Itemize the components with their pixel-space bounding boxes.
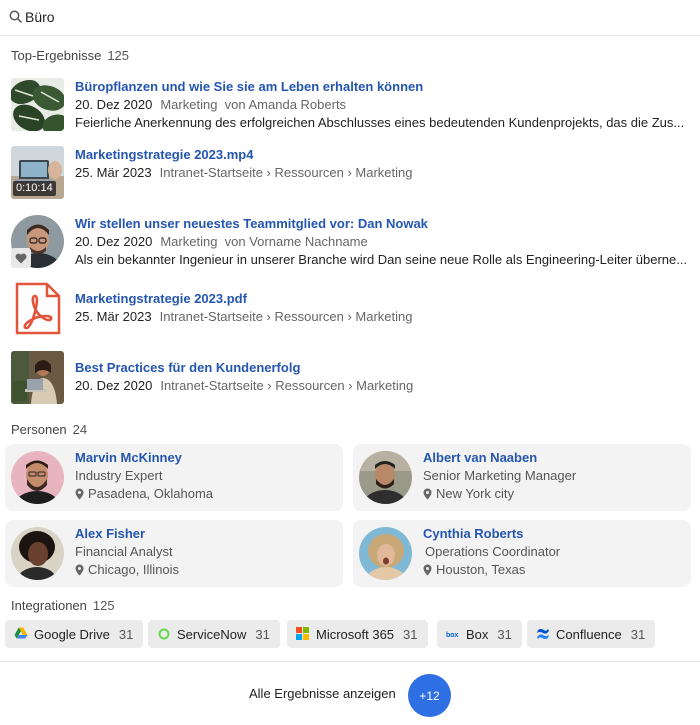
more-results-button[interactable]: +12: [408, 674, 451, 717]
servicenow-icon: [157, 627, 171, 641]
integration-box[interactable]: box Box 31: [437, 620, 522, 648]
heart-icon[interactable]: [11, 248, 31, 268]
person-location-text: Chicago, Illinois: [88, 562, 180, 577]
integration-count: 31: [403, 626, 418, 642]
result-description: Als ein bekannter Ingenieur in unserer B…: [75, 252, 688, 267]
avatar: [359, 451, 412, 504]
pdf-file-icon: [11, 282, 64, 335]
integration-microsoft-365[interactable]: Microsoft 365 31: [287, 620, 428, 648]
box-icon: box: [446, 627, 460, 641]
google-drive-icon: [14, 627, 28, 641]
person-location: Houston, Texas: [423, 561, 560, 579]
result-item[interactable]: Wir stellen unser neuestes Teammitglied …: [11, 215, 696, 269]
person-name[interactable]: Marvin McKinney: [75, 449, 213, 467]
search-icon: [9, 10, 22, 23]
all-results-link[interactable]: Alle Ergebnisse anzeigen: [249, 686, 396, 701]
result-meta: Marketing von Vorname Nachname: [160, 234, 368, 249]
person-name[interactable]: Albert van Naaben: [423, 449, 576, 467]
result-title[interactable]: Marketingstrategie 2023.pdf: [75, 290, 695, 308]
search-input[interactable]: [25, 6, 665, 28]
top-results-heading: Top-Ergebnisse 125: [11, 48, 129, 63]
integration-label: ServiceNow: [177, 626, 247, 642]
woman-laptop-image: [11, 351, 64, 404]
top-results-label: Top-Ergebnisse: [11, 48, 102, 63]
person-location-text: New York city: [436, 486, 515, 501]
person-location: New York city: [423, 485, 576, 503]
video-duration: 0:10:14: [13, 181, 56, 196]
result-title[interactable]: Marketingstrategie 2023.mp4: [75, 146, 695, 164]
laptop-video-thumbnail: 0:10:14: [11, 146, 64, 199]
result-date: 20. Dez 2020: [75, 97, 153, 112]
svg-text:box: box: [446, 632, 459, 639]
person-location-text: Pasadena, Oklahoma: [88, 486, 214, 501]
integration-servicenow[interactable]: ServiceNow 31: [148, 620, 280, 648]
result-item[interactable]: 0:10:14 Marketingstrategie 2023.mp4 25. …: [11, 146, 696, 200]
person-role: Financial Analyst: [75, 544, 173, 559]
avatar: [359, 527, 412, 580]
person-card[interactable]: Alex Fisher Financial Analyst Chicago, I…: [5, 520, 343, 587]
result-date: 20. Dez 2020: [75, 234, 153, 249]
result-title[interactable]: Best Practices für den Kundenerfolg: [75, 359, 695, 377]
result-date: 25. Mär 2023: [75, 165, 152, 180]
integration-count: 31: [630, 626, 646, 642]
avatar: [11, 451, 64, 504]
result-meta: Marketing von Amanda Roberts: [160, 97, 347, 112]
integration-count: 31: [497, 626, 512, 642]
person-card[interactable]: Albert van Naaben Senior Marketing Manag…: [353, 444, 691, 511]
person-name[interactable]: Cynthia Roberts: [423, 525, 560, 543]
integration-confluence[interactable]: Confluence 31: [527, 620, 656, 648]
person-role: Senior Marketing Manager: [423, 468, 577, 483]
integration-label: Box: [466, 626, 489, 642]
person-role: Operations Coordinator: [425, 544, 561, 559]
result-breadcrumb: Intranet-Startseite › Ressourcen › Marke…: [159, 309, 413, 324]
result-title[interactable]: Wir stellen unser neuestes Teammitglied …: [75, 215, 695, 233]
person-card[interactable]: Cynthia Roberts Operations Coordinator H…: [353, 520, 691, 587]
location-pin-icon: [75, 564, 84, 576]
integration-count: 31: [255, 626, 270, 642]
result-item[interactable]: Büropflanzen und wie Sie sie am Leben er…: [11, 78, 696, 132]
person-location: Pasadena, Oklahoma: [75, 485, 213, 503]
result-date: 20. Dez 2020: [75, 378, 153, 393]
integrations-count: 125: [92, 598, 115, 613]
result-breadcrumb: Intranet-Startseite › Ressourcen › Marke…: [159, 165, 413, 180]
people-label: Personen: [11, 422, 67, 437]
result-breadcrumb: Intranet-Startseite › Ressourcen › Marke…: [160, 378, 414, 393]
person-name[interactable]: Alex Fisher: [75, 525, 179, 543]
people-heading: Personen 24: [11, 422, 87, 437]
person-role: Industry Expert: [75, 468, 163, 483]
person-location-text: Houston, Texas: [436, 562, 526, 577]
footer: Alle Ergebnisse anzeigen +12: [0, 661, 700, 725]
integration-google-drive[interactable]: Google Drive 31: [5, 620, 144, 648]
avatar: [11, 527, 64, 580]
top-results-count: 125: [107, 48, 130, 63]
result-date: 25. Mär 2023: [75, 309, 152, 324]
search-bar: [0, 0, 700, 36]
integration-count: 31: [118, 626, 134, 642]
location-pin-icon: [423, 564, 432, 576]
plant-leaves-image: [11, 78, 64, 131]
result-title[interactable]: Büropflanzen und wie Sie sie am Leben er…: [75, 78, 695, 96]
integration-label: Microsoft 365: [316, 626, 395, 642]
result-item[interactable]: Best Practices für den Kundenerfolg 20. …: [11, 351, 696, 405]
result-item[interactable]: Marketingstrategie 2023.pdf 25. Mär 2023…: [11, 282, 696, 336]
person-location: Chicago, Illinois: [75, 561, 179, 579]
location-pin-icon: [75, 488, 84, 500]
result-description: Feierliche Anerkennung des erfolgreichen…: [75, 115, 685, 130]
people-count: 24: [72, 422, 88, 437]
microsoft-365-icon: [296, 627, 310, 641]
person-card[interactable]: Marvin McKinney Industry Expert Pasadena…: [5, 444, 343, 511]
integration-label: Confluence: [556, 626, 622, 642]
integration-label: Google Drive: [34, 626, 110, 642]
confluence-icon: [536, 627, 550, 641]
integrations-label: Integrationen: [11, 598, 87, 613]
integrations-heading: Integrationen 125: [11, 598, 115, 613]
location-pin-icon: [423, 488, 432, 500]
